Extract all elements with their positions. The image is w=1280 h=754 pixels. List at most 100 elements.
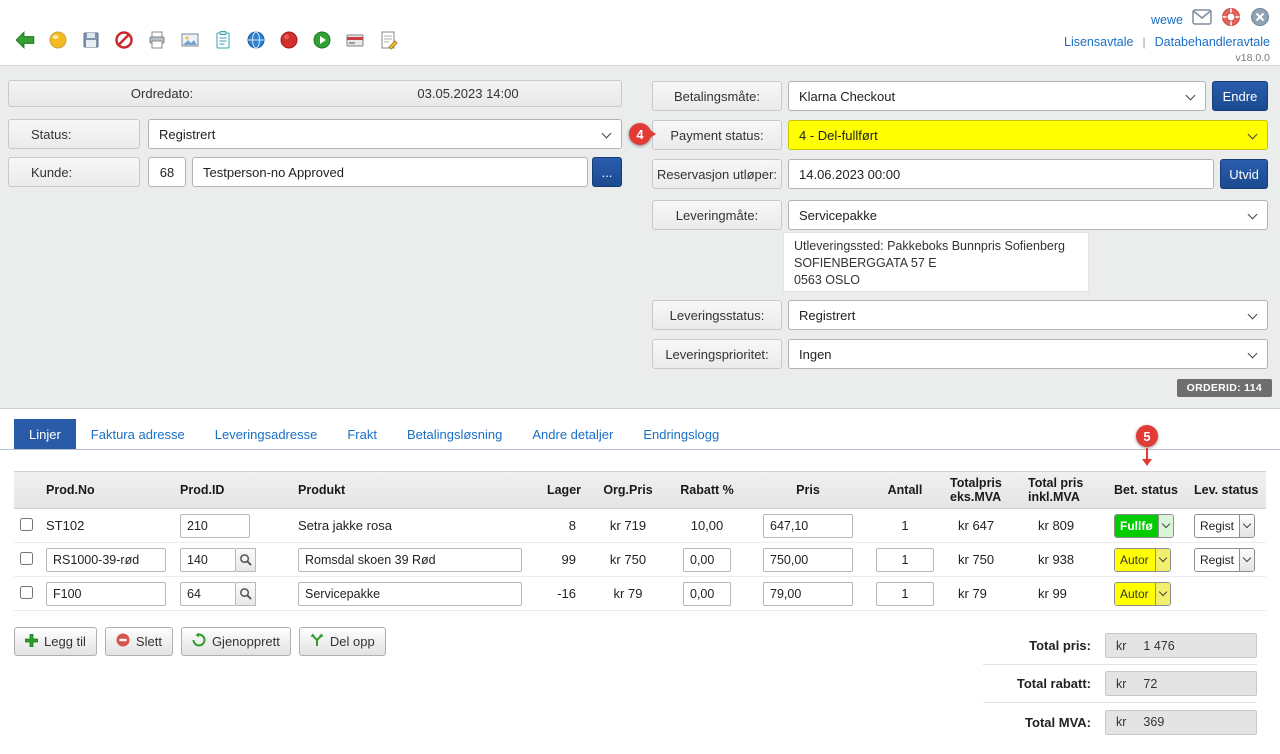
version-label: v18.0.0 bbox=[1236, 52, 1270, 64]
row-checkbox[interactable] bbox=[20, 552, 33, 565]
bet-status-value: Autor bbox=[1115, 583, 1155, 605]
total-mva-label: Total MVA: bbox=[983, 715, 1105, 730]
total-eks-value: kr 647 bbox=[944, 518, 1018, 533]
ball-icon[interactable] bbox=[45, 27, 71, 53]
betalingsmate-select[interactable]: Klarna Checkout bbox=[788, 81, 1206, 111]
bet-status-value: Fullfø bbox=[1115, 515, 1158, 537]
produkt-input[interactable] bbox=[298, 548, 522, 572]
clipboard-icon[interactable] bbox=[210, 27, 236, 53]
link-separator: | bbox=[1143, 35, 1146, 49]
total-eks-value: kr 79 bbox=[944, 586, 1018, 601]
total-rabatt-row: Total rabatt: kr72 bbox=[983, 671, 1257, 703]
bet-status-select[interactable]: Autor bbox=[1114, 548, 1171, 572]
orgpris-value: kr 719 bbox=[592, 518, 664, 533]
block-icon[interactable] bbox=[111, 27, 137, 53]
antall-input[interactable] bbox=[876, 548, 934, 572]
reservasjon-label: Reservasjon utløper: bbox=[652, 159, 782, 189]
kunde-label: Kunde: bbox=[8, 157, 140, 187]
rabatt-value: 10,00 bbox=[664, 518, 750, 533]
status-select-value: Registrert bbox=[159, 127, 215, 142]
produkt-input[interactable] bbox=[298, 582, 522, 606]
leveringmate-select[interactable]: Servicepakke bbox=[788, 200, 1268, 230]
help-buoy-icon[interactable] bbox=[1221, 7, 1241, 32]
lev-status-select[interactable]: Regist bbox=[1194, 514, 1255, 538]
payment-status-value: 4 - Del-fullført bbox=[799, 128, 878, 143]
total-pris-value: kr1 476 bbox=[1105, 633, 1257, 658]
header-rabatt: Rabatt % bbox=[664, 483, 750, 497]
databehandleravtale-link[interactable]: Databehandleravtale bbox=[1155, 35, 1270, 49]
tab-frakt[interactable]: Frakt bbox=[332, 419, 392, 449]
toolbar bbox=[12, 27, 401, 53]
prodno-input[interactable] bbox=[46, 582, 166, 606]
save-icon[interactable] bbox=[78, 27, 104, 53]
header-prodno: Prod.No bbox=[40, 483, 172, 497]
header-prodid: Prod.ID bbox=[172, 483, 290, 497]
table-header-row: Prod.No Prod.ID Produkt Lager Org.Pris R… bbox=[14, 471, 1266, 509]
totals-block: Total pris: kr1 476 Total rabatt: kr72 T… bbox=[983, 633, 1257, 735]
prodno-input[interactable] bbox=[46, 548, 166, 572]
line-actions: Legg til Slett Gjenopprett Del opp bbox=[14, 627, 386, 656]
tab-leveringsadresse[interactable]: Leveringsadresse bbox=[200, 419, 333, 449]
globe-icon[interactable] bbox=[243, 27, 269, 53]
leveringsprioritet-select[interactable]: Ingen bbox=[788, 339, 1268, 369]
payment-status-select[interactable]: 4 - Del-fullført bbox=[788, 120, 1268, 150]
order-page: wewe Lisensavtale | Databehandleravtale … bbox=[0, 0, 1280, 754]
ordredato-bar: Ordredato: 03.05.2023 14:00 bbox=[8, 80, 622, 107]
kunde-browse-button[interactable]: ... bbox=[592, 157, 622, 187]
prodid-input[interactable] bbox=[180, 514, 250, 538]
slett-label: Slett bbox=[136, 634, 162, 649]
row-checkbox[interactable] bbox=[20, 518, 33, 531]
pris-input[interactable] bbox=[763, 548, 853, 572]
total-inkl-value: kr 938 bbox=[1018, 552, 1106, 567]
tab-endringslogg[interactable]: Endringslogg bbox=[628, 419, 734, 449]
kunde-name-input[interactable] bbox=[192, 157, 588, 187]
lev-status-select[interactable]: Regist bbox=[1194, 548, 1255, 572]
pris-input[interactable] bbox=[763, 514, 853, 538]
note-edit-icon[interactable] bbox=[375, 27, 401, 53]
currency-label: kr bbox=[1116, 639, 1126, 653]
topbar-right: wewe Lisensavtale | Databehandleravtale … bbox=[1064, 7, 1270, 64]
status-select[interactable]: Registrert bbox=[148, 119, 622, 149]
reservasjon-input[interactable] bbox=[788, 159, 1214, 189]
print-icon[interactable] bbox=[144, 27, 170, 53]
order-lines-table: Prod.No Prod.ID Produkt Lager Org.Pris R… bbox=[14, 471, 1266, 611]
tab-andre-detaljer[interactable]: Andre detaljer bbox=[517, 419, 628, 449]
play-icon[interactable] bbox=[309, 27, 335, 53]
image-icon[interactable] bbox=[177, 27, 203, 53]
del-opp-button[interactable]: Del opp bbox=[299, 627, 386, 656]
amount-value: 72 bbox=[1143, 677, 1157, 691]
pris-input[interactable] bbox=[763, 582, 853, 606]
utvid-button[interactable]: Utvid bbox=[1220, 159, 1268, 189]
legg-til-button[interactable]: Legg til bbox=[14, 627, 97, 656]
row-checkbox[interactable] bbox=[20, 586, 33, 599]
mail-icon[interactable] bbox=[1192, 9, 1212, 30]
tab-betalingslosning[interactable]: Betalingsløsning bbox=[392, 419, 517, 449]
tab-linjer[interactable]: Linjer bbox=[14, 419, 76, 449]
search-icon[interactable] bbox=[236, 582, 256, 606]
close-icon[interactable] bbox=[1250, 7, 1270, 32]
lager-value: 8 bbox=[536, 518, 592, 533]
gjenopprett-button[interactable]: Gjenopprett bbox=[181, 627, 291, 656]
prodid-input[interactable] bbox=[180, 582, 236, 606]
prodid-input[interactable] bbox=[180, 548, 236, 572]
stop-icon[interactable] bbox=[276, 27, 302, 53]
back-icon[interactable] bbox=[12, 27, 38, 53]
rabatt-input[interactable] bbox=[683, 582, 731, 606]
payment-card-icon[interactable] bbox=[342, 27, 368, 53]
legg-til-label: Legg til bbox=[44, 634, 86, 649]
currency-label: kr bbox=[1116, 715, 1126, 729]
endre-button[interactable]: Endre bbox=[1212, 81, 1268, 111]
tab-faktura-adresse[interactable]: Faktura adresse bbox=[76, 419, 200, 449]
antall-input[interactable] bbox=[876, 582, 934, 606]
lisensavtale-link[interactable]: Lisensavtale bbox=[1064, 35, 1134, 49]
leveringsstatus-select[interactable]: Registrert bbox=[788, 300, 1268, 330]
search-icon[interactable] bbox=[236, 548, 256, 572]
delivery-info-box: Utleveringssted: Pakkeboks Bunnpris Sofi… bbox=[783, 232, 1089, 292]
bet-status-select[interactable]: Autor bbox=[1114, 582, 1171, 606]
user-link[interactable]: wewe bbox=[1151, 13, 1183, 27]
kunde-id-input[interactable] bbox=[148, 157, 186, 187]
slett-button[interactable]: Slett bbox=[105, 627, 173, 656]
bet-status-select[interactable]: Fullfø bbox=[1114, 514, 1174, 538]
rabatt-input[interactable] bbox=[683, 548, 731, 572]
chevron-down-icon bbox=[1161, 520, 1169, 528]
